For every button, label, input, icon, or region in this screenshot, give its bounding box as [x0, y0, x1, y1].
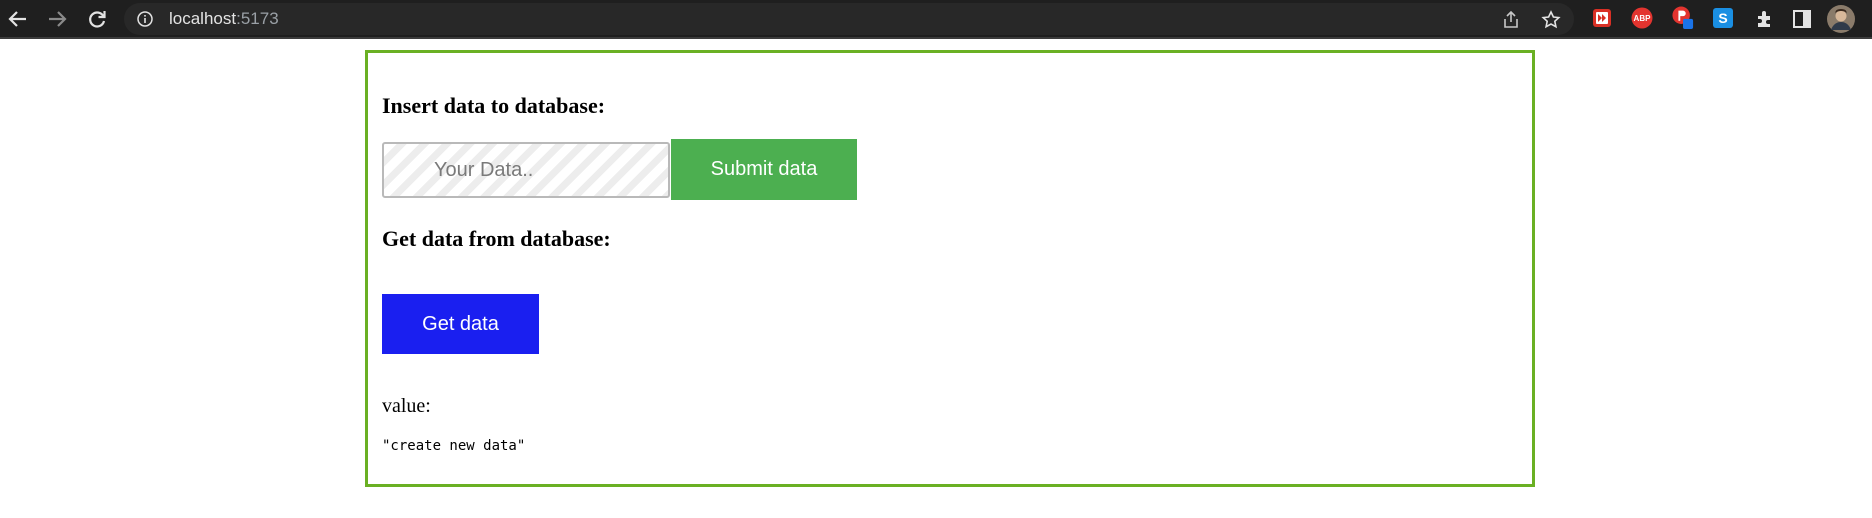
- value-label: value:: [382, 395, 431, 417]
- ext-blue-s-label: S: [1718, 10, 1728, 26]
- get-heading: Get data from database:: [382, 226, 611, 251]
- value-text: "create new data": [382, 438, 526, 454]
- reload-icon[interactable]: [82, 4, 112, 34]
- info-icon[interactable]: [137, 11, 153, 27]
- address-bar[interactable]: localhost:5173: [124, 3, 1574, 35]
- back-icon[interactable]: [3, 4, 33, 34]
- adblock-label: ABP: [1633, 13, 1651, 23]
- get-data-button[interactable]: Get data: [382, 294, 539, 354]
- extensions-icon[interactable]: [1750, 4, 1780, 34]
- share-icon[interactable]: [1500, 9, 1522, 31]
- url-port: :5173: [236, 9, 279, 28]
- ext-blue-s-icon[interactable]: S: [1712, 7, 1734, 29]
- profile-avatar[interactable]: [1826, 4, 1856, 34]
- side-panel-icon[interactable]: [1787, 4, 1817, 34]
- data-input[interactable]: [382, 142, 670, 198]
- ext-red-badge-icon[interactable]: [1672, 6, 1694, 29]
- submit-data-button[interactable]: Submit data: [671, 139, 857, 200]
- browser-toolbar: localhost:5173 ABP S: [0, 0, 1872, 39]
- insert-heading: Insert data to database:: [382, 93, 606, 118]
- url-text[interactable]: localhost:5173: [169, 3, 279, 35]
- adblock-icon[interactable]: ABP: [1631, 7, 1653, 29]
- ext-red-icon[interactable]: [1591, 7, 1613, 29]
- main-panel: Insert data to database: Submit data Get…: [365, 50, 1535, 487]
- star-icon[interactable]: [1540, 9, 1562, 31]
- url-host: localhost: [169, 9, 237, 28]
- forward-icon[interactable]: [42, 4, 72, 34]
